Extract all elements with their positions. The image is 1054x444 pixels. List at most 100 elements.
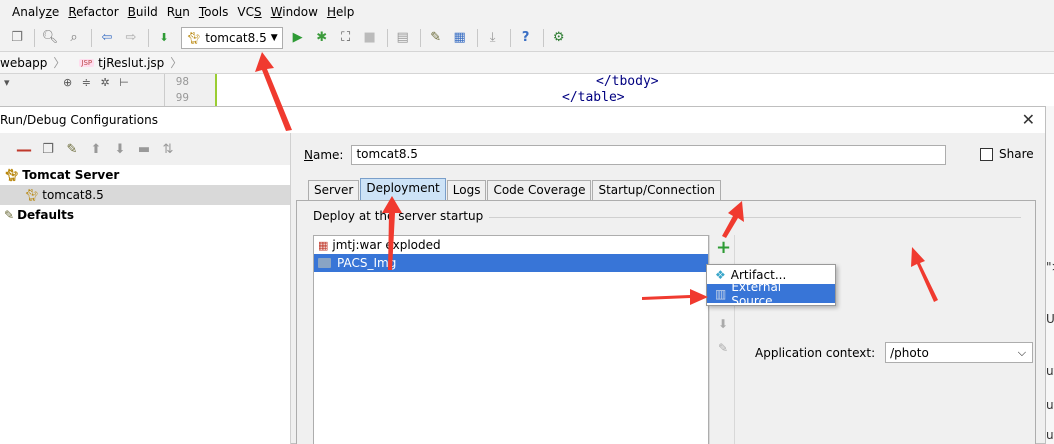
menu-item[interactable]: Help <box>327 5 354 19</box>
list-item[interactable]: PACS_Img <box>314 254 708 272</box>
configuration-tree-pane: — ❐ ✎ ⬆ ⬇ ▬ ⇅ 🐈︎ Tomcat Server 🐈︎ tomcat… <box>0 133 291 444</box>
close-icon[interactable]: ✕ <box>1022 110 1035 129</box>
breadcrumb-label: tjReslut.jsp <box>98 55 165 70</box>
change-marker <box>215 74 217 106</box>
menu-item[interactable]: Analyze <box>12 5 59 19</box>
edit-icon[interactable]: ✎ <box>718 341 728 355</box>
main-toolbar: ❐ 🔍︎ ⌕ ⇦ ⇨ ⬇ 🐈︎ tomcat8.5 ▼ ▶ ✱ ⛶ ■ ▤ ✎ … <box>0 24 1054 52</box>
tomcat-icon: 🐈︎ <box>186 30 202 45</box>
menu-item-external-source[interactable]: ▥ External Source... <box>707 280 835 308</box>
code-text[interactable]: </tbody> </table> <box>540 74 659 106</box>
collapse-icon[interactable]: ≑ <box>82 76 91 89</box>
run-icon[interactable]: ▶ <box>287 27 309 49</box>
tab-strip: Server Deployment Logs Code Coverage Startup… <box>308 178 722 200</box>
run-debug-configurations-dialog: Run/Debug Configurations ✕ — ❐ ✎ ⬆ ⬇ ▬ ⇅… <box>0 106 1046 444</box>
copy-icon[interactable]: ❐ <box>36 142 60 157</box>
dialog-title: Run/Debug Configurations <box>0 113 158 127</box>
move-down-icon[interactable]: ⬇ <box>108 142 132 157</box>
chevron-down-icon: ▼ <box>270 32 278 43</box>
forward-icon[interactable]: ⇨ <box>120 27 142 49</box>
list-item[interactable]: ▦ jmtj:war exploded <box>314 236 708 254</box>
tree-label: tomcat8.5 <box>42 188 104 202</box>
menu-bar: Analyze Refactor Build Run Tools VCS Window Hel… <box>0 0 1054 24</box>
menu-item[interactable]: VCS <box>237 5 261 19</box>
toolbar-separator <box>91 28 92 47</box>
breadcrumb-item-webapp[interactable]: webapp 〉 <box>0 54 71 71</box>
gear-icon[interactable]: ✲ <box>100 76 109 89</box>
folder-icon[interactable]: ▬ <box>132 142 156 157</box>
menu-item[interactable]: Refactor <box>68 5 118 19</box>
menu-item[interactable]: Build <box>128 5 158 19</box>
add-icon[interactable]: + <box>716 237 731 258</box>
copy-icon[interactable]: ❐ <box>6 27 28 49</box>
toolbar-separator <box>509 28 511 47</box>
back-icon[interactable]: ⇦ <box>96 27 118 49</box>
menu-item[interactable]: Window <box>271 5 318 19</box>
tab-deployment[interactable]: Deployment <box>360 178 446 200</box>
tree-item-tomcat8-5[interactable]: 🐈︎ tomcat8.5 <box>0 185 290 205</box>
tree-toolbar: — ❐ ✎ ⬆ ⬇ ▬ ⇅ <box>0 133 290 165</box>
find-icon[interactable]: 🔍︎ <box>39 27 61 49</box>
update-icon[interactable]: ▤ <box>392 27 414 49</box>
code-line: </table> <box>562 90 625 105</box>
share-checkbox[interactable] <box>980 147 993 161</box>
tab-server[interactable]: Server <box>308 180 360 200</box>
application-context-value: /photo <box>890 345 929 360</box>
tomcat-icon: 🐈︎ <box>24 188 40 202</box>
settings-wrench-icon[interactable]: ✎ <box>425 27 447 49</box>
toolbar-separator <box>476 28 478 47</box>
edit-defaults-icon[interactable]: ✎ <box>60 142 84 157</box>
stop-icon[interactable]: ■ <box>359 27 381 49</box>
tree-label: Defaults <box>17 208 75 222</box>
run-configuration-selector[interactable]: 🐈︎ tomcat8.5 ▼ <box>181 26 283 49</box>
move-down-icon[interactable]: ⬇ <box>718 317 728 331</box>
fragment-text: "> <box>1046 260 1054 274</box>
name-field[interactable]: tomcat8.5 <box>351 145 947 165</box>
name-row: Name: tomcat8.5 <box>304 145 947 165</box>
find-replace-icon[interactable]: ⌕ <box>63 27 85 49</box>
group-title: Deploy at the server startup <box>313 209 490 223</box>
tree-group-tomcat-server[interactable]: 🐈︎ Tomcat Server <box>0 165 290 185</box>
tab-startup-connection[interactable]: Startup/Connection <box>592 180 721 200</box>
deployment-tab-content: Deploy at the server startup ▦ jmtj:war … <box>296 200 1036 444</box>
hide-panel-icon[interactable]: ⊢ <box>119 76 129 89</box>
chevron-down-icon: ⌵ <box>1017 345 1027 359</box>
plugin-icon[interactable]: ⚙ <box>548 27 570 49</box>
coverage-icon[interactable]: ⛶ <box>335 27 357 49</box>
breadcrumb-item-jsp-file[interactable]: JSP tjReslut.jsp 〉 <box>71 54 188 71</box>
build-icon[interactable]: ⬇ <box>153 27 175 49</box>
fragment-text: ut <box>1046 398 1054 412</box>
code-line: </tbody> <box>596 74 659 89</box>
line-number: 98 <box>175 75 189 88</box>
wrench-icon: ✎ <box>4 208 15 222</box>
toolbar-separator <box>419 28 421 47</box>
menu-item[interactable]: Run <box>167 5 190 19</box>
sdk-download-icon[interactable]: ⤓ <box>482 27 504 49</box>
configuration-editor-pane: Name: tomcat8.5 Share Server Deployment Lo… <box>292 133 1044 444</box>
tab-code-coverage[interactable]: Code Coverage <box>487 180 592 200</box>
background-editor-fragment: "> Ur ut ut ut <box>1046 106 1054 444</box>
external-source-icon: ▥ <box>715 286 727 301</box>
chevron-right-icon: 〉 <box>170 56 183 70</box>
remove-icon[interactable]: — <box>12 140 36 159</box>
deployment-list[interactable]: ▦ jmtj:war exploded PACS_Img <box>313 235 709 444</box>
tab-logs[interactable]: Logs <box>446 180 487 200</box>
name-label: Name: <box>304 148 344 162</box>
tree-group-defaults[interactable]: ✎ Defaults <box>0 205 290 225</box>
project-structure-icon[interactable]: ▦ <box>449 27 471 49</box>
locate-icon[interactable]: ⊕ <box>63 76 72 89</box>
debug-icon[interactable]: ✱ <box>311 27 333 49</box>
move-up-icon[interactable]: ⬆ <box>84 142 108 157</box>
sort-icon[interactable]: ⇅ <box>156 142 180 157</box>
application-context-row: Application context: /photo ⌵ <box>755 342 1034 363</box>
menu-item[interactable]: Tools <box>199 5 229 19</box>
artifact-icon: ❖ <box>715 267 726 282</box>
navigation-breadcrumb: webapp 〉 JSP tjReslut.jsp 〉 <box>0 52 1054 74</box>
share-checkbox-row[interactable]: Share <box>980 147 1034 161</box>
dialog-title-bar: Run/Debug Configurations ✕ <box>0 107 1045 133</box>
help-icon[interactable]: ? <box>515 27 537 49</box>
dropdown-arrow-icon[interactable]: ▾ <box>4 76 10 89</box>
fragment-text: Ur <box>1046 312 1054 326</box>
line-number: 99 <box>175 91 189 104</box>
application-context-select[interactable]: /photo ⌵ <box>885 342 1034 363</box>
